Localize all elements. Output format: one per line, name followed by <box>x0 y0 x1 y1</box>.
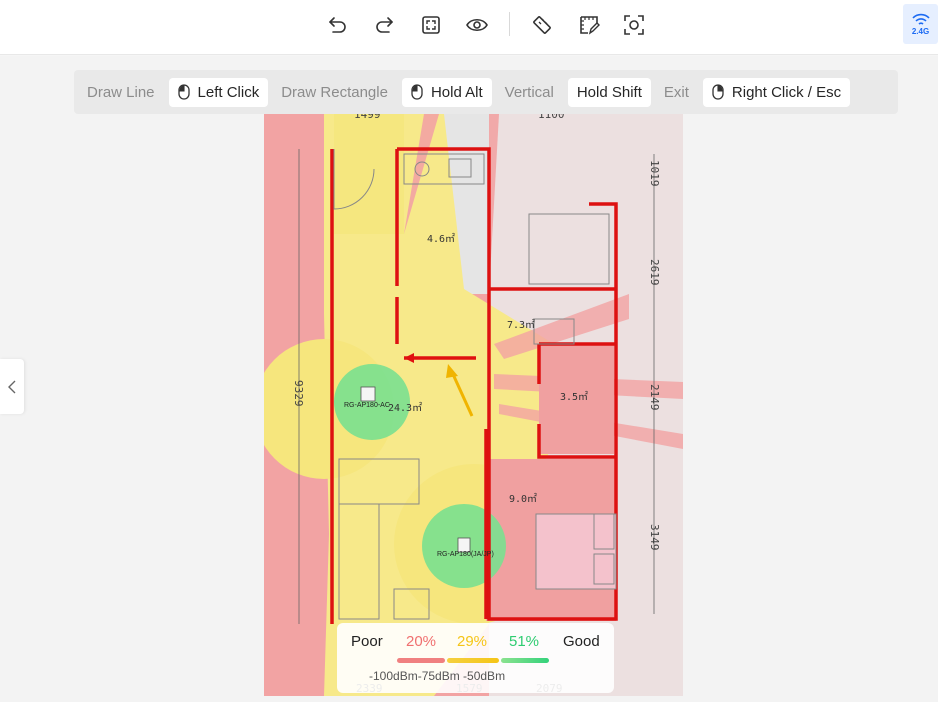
room-label-kitchen: 4.6㎡ <box>427 234 456 245</box>
dimension-right-4: 3149 <box>648 524 661 551</box>
wifi-icon <box>911 13 930 25</box>
vertical-key-text: Hold Shift <box>576 83 642 101</box>
locate-button[interactable] <box>621 12 647 38</box>
dimension-top-2: 1100 <box>538 114 565 121</box>
mouse-right-click-icon <box>712 84 724 100</box>
side-panel-toggle[interactable] <box>0 359 24 414</box>
draw-area-button[interactable] <box>576 12 602 38</box>
scan-focus-icon <box>624 15 644 35</box>
signal-legend: Poor 20% 29% 51% Good -100dBm-75dBm -50d… <box>337 623 614 693</box>
legend-poor-pct: 20% <box>406 633 437 650</box>
draw-line-key-text: Left Click <box>197 83 260 101</box>
dimension-left: 9329 <box>292 380 305 407</box>
ap-device-2 <box>457 537 471 553</box>
ap-label-1[interactable]: RG-AP180-AC <box>344 402 390 409</box>
ruler-icon <box>533 16 551 34</box>
draw-line-key: Left Click <box>168 77 269 107</box>
legend-scale-text: -100dBm-75dBm -50dBm <box>369 669 506 683</box>
exit-label: Exit <box>663 83 689 101</box>
band-label: 2.4G <box>911 26 930 36</box>
vertical-label: Vertical <box>504 83 554 101</box>
legend-bar-mid <box>447 658 499 663</box>
legend-mid-pct: 29% <box>457 633 488 650</box>
draw-rect-key: Hold Alt <box>401 77 492 107</box>
eye-icon <box>466 18 488 32</box>
fit-screen-button[interactable] <box>418 12 444 38</box>
exit-key-text: Right Click / Esc <box>731 83 842 101</box>
top-toolbar: 2.4G <box>0 0 938 55</box>
draw-area-icon <box>580 16 600 35</box>
room-label-living: 24.3㎡ <box>388 403 423 414</box>
draw-rect-key-text: Hold Alt <box>430 83 483 101</box>
drawing-hint-bar: Draw Line Left Click Draw Rectangle Hold… <box>74 70 898 114</box>
undo-icon <box>329 17 346 33</box>
legend-good-pct: 51% <box>509 633 540 650</box>
room-label-bath: 3.5㎡ <box>560 392 589 403</box>
mouse-left-click-icon <box>177 84 190 100</box>
legend-poor-label: Poor <box>351 633 383 650</box>
chevron-left-icon <box>8 380 16 393</box>
band-toggle-button[interactable]: 2.4G <box>903 4 938 44</box>
undo-button[interactable] <box>325 12 351 38</box>
redo-icon <box>376 17 393 33</box>
heatmap-svg <box>264 114 683 696</box>
dimension-top-1: 1499 <box>354 114 381 121</box>
room-label-hall: 7.3㎡ <box>507 320 536 331</box>
exit-key: Right Click / Esc <box>702 77 851 107</box>
draw-line-label: Draw Line <box>87 83 155 101</box>
fit-screen-icon <box>422 16 440 34</box>
redo-button[interactable] <box>371 12 397 38</box>
legend-bar-good <box>501 658 549 663</box>
preview-button[interactable] <box>464 12 490 38</box>
mouse-left-click-icon <box>411 84 423 100</box>
ap-device-1 <box>360 386 376 402</box>
vertical-key: Hold Shift <box>567 77 651 107</box>
floorplan-canvas[interactable]: 4.6㎡ 7.3㎡ 24.3㎡ 3.5㎡ 9.0㎡ 1019 2619 2149… <box>264 114 683 696</box>
room-label-bedroom: 9.0㎡ <box>509 494 538 505</box>
draw-rect-label: Draw Rectangle <box>281 83 388 101</box>
toolbar-divider <box>509 12 510 36</box>
legend-labels-row: Poor 20% 29% 51% Good <box>337 633 614 651</box>
legend-bar-poor <box>397 658 445 663</box>
dimension-right-2: 2619 <box>648 259 661 286</box>
legend-good-label: Good <box>563 633 600 650</box>
dimension-right-3: 2149 <box>648 384 661 411</box>
measure-button[interactable] <box>529 12 555 38</box>
ap-label-2[interactable]: RG-AP180(JA/JP) <box>437 551 494 558</box>
heatmap-fair-zone-top <box>334 114 404 234</box>
dimension-right-1: 1019 <box>648 160 661 187</box>
